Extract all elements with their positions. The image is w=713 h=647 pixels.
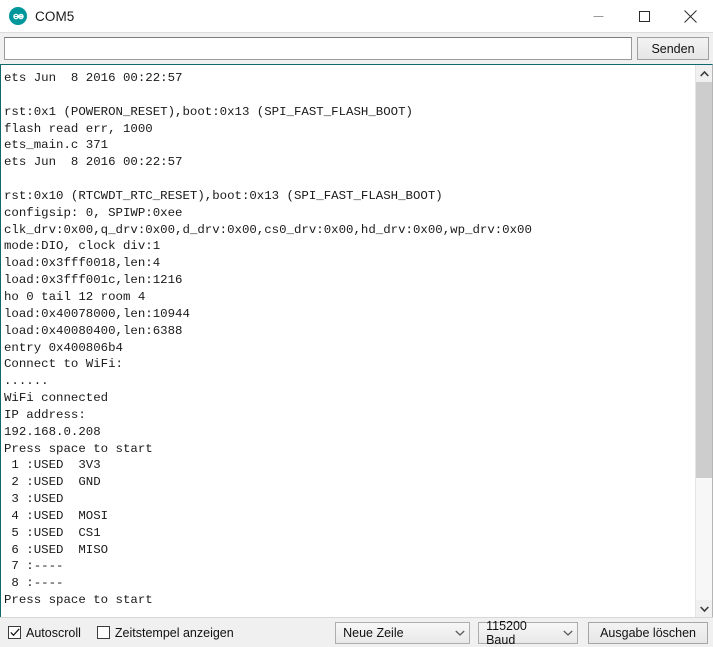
- console-line: WiFi connected: [4, 391, 109, 406]
- console-line: Press space to start: [4, 441, 153, 456]
- console-line: ......: [4, 374, 49, 389]
- console-line: rst:0x1 (POWERON_RESET),boot:0x13 (SPI_F…: [4, 104, 413, 119]
- console-line: 2 :USED GND: [4, 475, 101, 490]
- line-ending-select[interactable]: Neue Zeile: [335, 621, 471, 644]
- console-line: 6 :USED MISO: [4, 542, 109, 557]
- close-icon[interactable]: [667, 0, 713, 32]
- chevron-up-icon[interactable]: [696, 65, 712, 82]
- scrollbar-thumb[interactable]: [696, 82, 712, 479]
- console-line: IP address:: [4, 407, 86, 422]
- window-title: COM5: [35, 8, 75, 24]
- send-row: Senden: [0, 33, 713, 64]
- console-line: 5 :USED CS1: [4, 525, 101, 540]
- autoscroll-checkbox[interactable]: Autoscroll: [8, 626, 81, 640]
- console-line: load:0x3fff0018,len:4: [4, 256, 161, 271]
- send-button[interactable]: Senden: [637, 37, 709, 60]
- console-line: 192.168.0.208: [4, 424, 101, 439]
- autoscroll-label: Autoscroll: [26, 625, 81, 640]
- chevron-down-icon[interactable]: [696, 600, 712, 617]
- chevron-down-icon[interactable]: [455, 630, 465, 636]
- console-line: clk_drv:0x00,q_drv:0x00,d_drv:0x00,cs0_d…: [4, 222, 532, 237]
- clear-output-button[interactable]: Ausgabe löschen: [588, 621, 708, 644]
- caption-button-group: [575, 0, 713, 32]
- checkbox-unchecked-icon[interactable]: [96, 626, 110, 639]
- console-line: 8 :----: [4, 576, 64, 591]
- console-line: Press space to start: [4, 593, 153, 608]
- send-input[interactable]: [4, 37, 632, 60]
- console-line: Connect to WiFi:: [4, 357, 123, 372]
- console-line: ets_main.c 371: [4, 138, 109, 153]
- line-ending-value: Neue Zeile: [343, 625, 404, 640]
- baud-rate-value: 115200 Baud: [486, 618, 527, 647]
- baud-rate-select[interactable]: 115200 Baud: [478, 618, 579, 647]
- title-bar: COM5: [0, 0, 713, 33]
- console-line: entry 0x400806b4: [4, 340, 123, 355]
- scrollbar-track[interactable]: [696, 82, 712, 600]
- checkbox-checked-icon[interactable]: [8, 626, 21, 639]
- console-line: 1 :USED 3V3: [4, 458, 101, 473]
- footer-toolbar: Autoscroll Zeitstempel anzeigen Neue Zei…: [0, 617, 713, 647]
- console-line: 3 :USED: [4, 492, 64, 507]
- console-line: rst:0x10 (RTCWDT_RTC_RESET),boot:0x13 (S…: [4, 188, 443, 203]
- console-output[interactable]: ets Jun 8 2016 00:22:57 rst:0x1 (POWERON…: [1, 65, 695, 617]
- console-line: 7 :----: [4, 559, 64, 574]
- console-line: ets Jun 8 2016 00:22:57: [4, 155, 183, 170]
- console-area: ets Jun 8 2016 00:22:57 rst:0x1 (POWERON…: [0, 64, 713, 617]
- timestamp-label: Zeitstempel anzeigen: [114, 625, 234, 640]
- minimize-icon[interactable]: [575, 0, 621, 32]
- console-line: ets Jun 8 2016 00:22:57: [4, 71, 183, 85]
- console-line: load:0x3fff001c,len:1216: [4, 273, 183, 288]
- serial-monitor-window: COM5 Senden ets Jun 8 2016 00:22:57 rst:…: [0, 0, 713, 647]
- console-line: mode:DIO, clock div:1: [4, 239, 161, 254]
- console-line: configsip: 0, SPIWP:0xee: [4, 205, 183, 220]
- console-line: load:0x40078000,len:10944: [4, 306, 190, 321]
- maximize-icon[interactable]: [621, 0, 667, 32]
- console-scrollbar[interactable]: [695, 65, 712, 617]
- timestamp-checkbox[interactable]: Zeitstempel anzeigen: [96, 625, 234, 640]
- chevron-down-icon[interactable]: [563, 630, 573, 636]
- console-line: flash read err, 1000: [4, 121, 153, 136]
- arduino-logo-icon: [9, 7, 27, 25]
- console-line: load:0x40080400,len:6388: [4, 323, 183, 338]
- console-line: ho 0 tail 12 room 4: [4, 289, 146, 304]
- console-line: 4 :USED MOSI: [4, 508, 109, 523]
